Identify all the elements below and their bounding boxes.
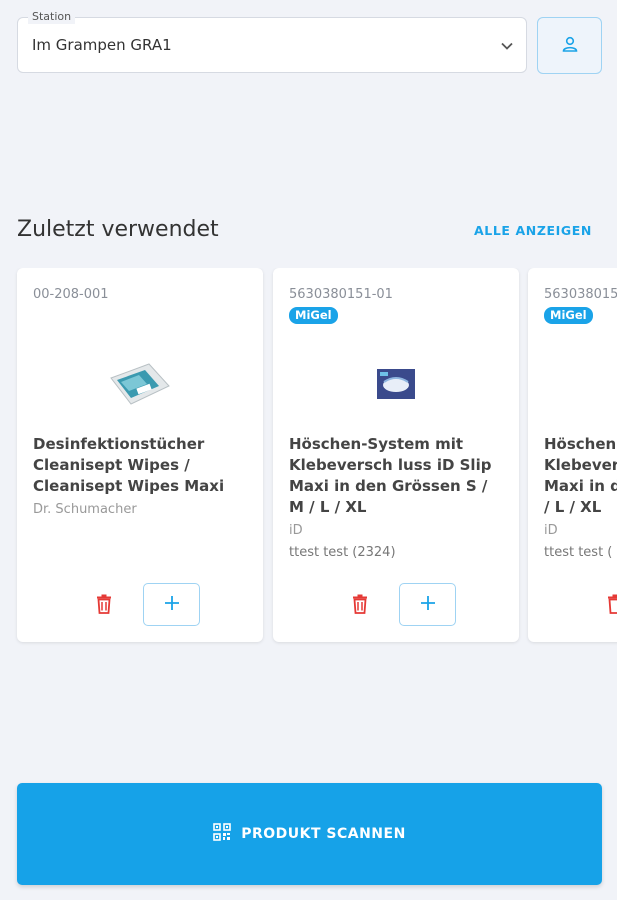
section-title: Zuletzt verwendet bbox=[17, 217, 219, 242]
add-button[interactable] bbox=[399, 583, 456, 626]
product-code: 5630380151-01 bbox=[289, 287, 393, 302]
product-image bbox=[273, 354, 519, 414]
trash-icon bbox=[606, 594, 617, 618]
migel-badge: MiGel bbox=[289, 307, 338, 324]
trash-icon bbox=[95, 594, 113, 618]
delete-button[interactable] bbox=[604, 594, 617, 618]
product-card[interactable]: 563038015 MiGel Höschen Klebever Maxi in… bbox=[528, 268, 617, 642]
station-label: Station bbox=[28, 10, 76, 24]
product-brand: Dr. Schumacher bbox=[33, 502, 137, 517]
scan-button-label: PRODUKT SCANNEN bbox=[241, 826, 406, 842]
recent-cards-carousel[interactable]: 00-208-001 Desinfektionstücher Cleanisep… bbox=[0, 268, 617, 648]
product-brand: iD bbox=[289, 523, 303, 538]
station-select[interactable]: Station Im Grampen GRA1 bbox=[17, 10, 527, 73]
migel-badge: MiGel bbox=[544, 307, 593, 324]
station-value: Im Grampen GRA1 bbox=[32, 36, 172, 54]
user-icon bbox=[560, 34, 580, 58]
delete-button[interactable] bbox=[93, 594, 115, 618]
show-all-link[interactable]: ALLE ANZEIGEN bbox=[474, 223, 592, 238]
delete-button[interactable] bbox=[349, 594, 371, 618]
profile-button[interactable] bbox=[537, 17, 602, 74]
qr-code-icon bbox=[213, 823, 231, 845]
product-title: Desinfektionstücher Cleanisept Wipes / C… bbox=[33, 435, 225, 495]
chevron-down-icon bbox=[500, 38, 514, 57]
product-user: ttest test ( bbox=[544, 545, 613, 560]
product-title: Höschen Klebever Maxi in d / L / XL bbox=[544, 435, 617, 516]
product-code: 563038015 bbox=[544, 287, 617, 302]
product-title: Höschen-System mit Klebeversch luss iD S… bbox=[289, 435, 492, 516]
product-card[interactable]: 5630380151-01 MiGel Höschen-System mit K… bbox=[273, 268, 519, 642]
add-button[interactable] bbox=[143, 583, 200, 626]
scan-product-button[interactable]: PRODUKT SCANNEN bbox=[17, 783, 602, 885]
product-code: 00-208-001 bbox=[33, 287, 109, 302]
product-card[interactable]: 00-208-001 Desinfektionstücher Cleanisep… bbox=[17, 268, 263, 642]
product-image bbox=[17, 354, 263, 414]
plus-icon bbox=[420, 595, 436, 615]
plus-icon bbox=[164, 595, 180, 615]
product-brand: iD bbox=[544, 523, 558, 538]
trash-icon bbox=[351, 594, 369, 618]
product-user: ttest test (2324) bbox=[289, 545, 396, 560]
